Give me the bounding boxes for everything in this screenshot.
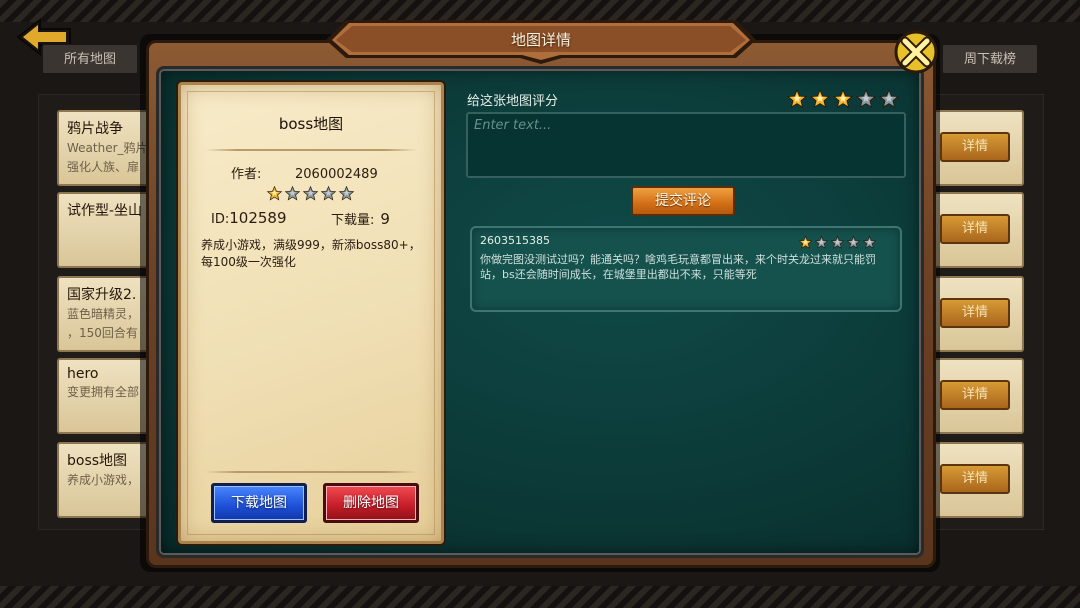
detail-button[interactable]: 详情 bbox=[940, 214, 1010, 244]
downloads-label: 下载量: bbox=[331, 213, 375, 228]
downloads-row: 下载量: 9 bbox=[331, 209, 390, 228]
star-empty-icon bbox=[830, 235, 845, 249]
list-item-desc: 变更拥有全部 bbox=[67, 385, 140, 399]
star-empty-icon bbox=[862, 235, 877, 249]
author-label: 作者: bbox=[231, 167, 262, 182]
map-rating-stars bbox=[266, 185, 355, 202]
star-filled-icon bbox=[798, 235, 813, 249]
rate-stars-selector bbox=[786, 88, 900, 110]
list-item-right: 详情 bbox=[930, 442, 1024, 518]
list-item-desc: 养成小游戏， bbox=[67, 473, 140, 487]
list-item-title: 试作型-坐山 bbox=[67, 203, 143, 219]
star-filled-icon[interactable] bbox=[832, 88, 854, 110]
close-x-icon[interactable] bbox=[892, 28, 940, 76]
divider bbox=[205, 149, 417, 151]
comment-text: 你做完图没测试过吗？能通关吗？啥鸡毛玩意都冒出来，来个时关龙过来就只能罚站，bs… bbox=[480, 253, 876, 281]
list-item-title: 国家升级2. bbox=[67, 287, 137, 303]
download-map-button[interactable]: 下载地图 bbox=[211, 483, 307, 523]
downloads-value: 9 bbox=[380, 210, 390, 228]
list-item-title: 鸦片战争 bbox=[67, 121, 123, 137]
star-filled-icon[interactable] bbox=[786, 88, 808, 110]
list-item-title: hero bbox=[67, 366, 99, 382]
star-empty-icon bbox=[284, 185, 301, 201]
star-empty-icon bbox=[814, 235, 829, 249]
list-item-right: 详情 bbox=[930, 192, 1024, 268]
dialog-title: 地图详情 bbox=[510, 31, 571, 49]
list-item-right: 详情 bbox=[930, 110, 1024, 186]
list-item-desc: 强化人族、扉 bbox=[67, 160, 140, 174]
star-empty-icon bbox=[320, 185, 337, 201]
list-item-title: boss地图 bbox=[67, 453, 128, 469]
tab-weekly-downloads[interactable]: 周下载榜 bbox=[942, 44, 1038, 74]
submit-comment-button[interactable]: 提交评论 bbox=[631, 186, 735, 216]
id-label: ID: bbox=[211, 212, 230, 227]
detail-button[interactable]: 详情 bbox=[940, 298, 1010, 328]
detail-button[interactable]: 详情 bbox=[940, 132, 1010, 162]
detail-button[interactable]: 详情 bbox=[940, 464, 1010, 494]
comment-rating-stars bbox=[798, 235, 877, 250]
star-filled-icon bbox=[266, 185, 283, 201]
comment-card: 2603515385 你做完图没测试过吗？能通关吗？啥鸡毛玩意都冒出来，来个时关… bbox=[470, 226, 902, 312]
map-name: boss地图 bbox=[278, 115, 344, 133]
star-empty-icon[interactable] bbox=[878, 88, 900, 110]
map-description: 养成小游戏，满级999，新添boss80+，每100级一次强化 bbox=[201, 238, 421, 269]
star-empty-icon[interactable] bbox=[855, 88, 877, 110]
author-row: 作者: 2060002489 bbox=[231, 163, 378, 182]
list-item-right: 详情 bbox=[930, 358, 1024, 434]
detail-button[interactable]: 详情 bbox=[940, 380, 1010, 410]
comment-input[interactable] bbox=[466, 112, 906, 178]
list-item-right: 详情 bbox=[930, 276, 1024, 352]
bottom-border-stripes bbox=[0, 586, 1080, 608]
rate-map-label: 给这张地图评分 bbox=[467, 94, 559, 109]
list-item-desc: ，150回合有 bbox=[67, 326, 138, 340]
star-empty-icon bbox=[338, 185, 355, 201]
id-value: 102589 bbox=[229, 209, 287, 227]
star-empty-icon bbox=[302, 185, 319, 201]
star-filled-icon[interactable] bbox=[809, 88, 831, 110]
delete-map-button[interactable]: 删除地图 bbox=[323, 483, 419, 523]
comment-user-id: 2603515385 bbox=[480, 234, 550, 247]
map-info-card: boss地图 作者: 2060002489 ID:102589 下载量: 9 养成小… bbox=[178, 82, 444, 544]
list-item-desc: 蓝色暗精灵， bbox=[67, 307, 140, 321]
list-item-desc: Weather_鸦片 bbox=[67, 141, 148, 155]
tab-all-maps[interactable]: 所有地图 bbox=[42, 44, 138, 74]
author-value: 2060002489 bbox=[295, 167, 378, 182]
star-empty-icon bbox=[846, 235, 861, 249]
id-row: ID:102589 bbox=[211, 209, 287, 227]
divider bbox=[205, 471, 417, 473]
